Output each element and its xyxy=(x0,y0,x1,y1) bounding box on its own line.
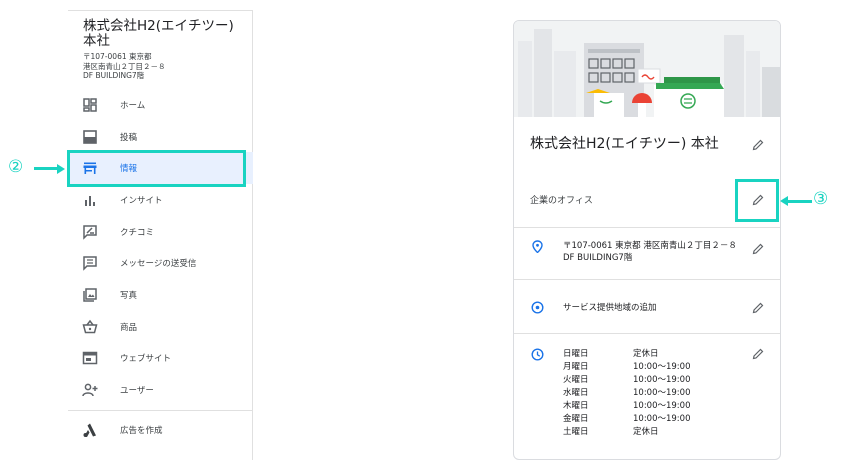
address-line: DF BUILDING7階 xyxy=(83,71,145,80)
row-divider xyxy=(514,279,780,280)
bar-chart-icon xyxy=(85,195,95,206)
hours-time: 定休日 xyxy=(633,427,659,437)
location-pin-icon xyxy=(532,240,543,253)
sidebar-item-insights[interactable]: インサイト xyxy=(68,184,253,216)
card-service-area[interactable]: サービス提供地域の追加 xyxy=(563,301,657,313)
sidebar-item-photos[interactable]: 写真 xyxy=(68,279,253,311)
hours-day: 土曜日 xyxy=(563,427,589,437)
sidebar-item-label: メッセージの送受信 xyxy=(120,259,197,270)
sidebar-item-posts[interactable]: 投稿 xyxy=(68,121,253,153)
sidebar-item-label: ホーム xyxy=(120,100,146,111)
edit-hours-pencil-icon[interactable] xyxy=(752,348,764,360)
hours-row: 木曜日 10:00～19:00 xyxy=(563,400,691,413)
google-ads-icon xyxy=(83,423,96,437)
hours-row: 水曜日 10:00～19:00 xyxy=(563,387,691,400)
highlight-box-info xyxy=(67,150,246,187)
card-category: 企業のオフィス xyxy=(530,196,593,206)
annotation-marker-2: ② xyxy=(8,157,24,177)
sidebar-item-label: 広告を作成 xyxy=(120,425,163,436)
sidebar-item-label: クチコミ xyxy=(120,227,155,238)
hours-row: 日曜日 定休日 xyxy=(563,348,691,361)
annotation-arrow-line xyxy=(787,199,812,203)
sidebar-item-label: ウェブサイト xyxy=(120,354,172,365)
sidebar: 株式会社H2(エイチツー) 本社 〒107-0061 東京都 港区南青山２丁目２… xyxy=(68,10,253,460)
hours-day: 木曜日 xyxy=(563,401,589,411)
hours-day: 金曜日 xyxy=(563,414,589,424)
annotation-marker-3: ③ xyxy=(813,189,829,209)
business-address: 〒107-0061 東京都 港区南青山２丁目２－８ DF BUILDING7階 xyxy=(83,52,248,81)
sidebar-item-label: ユーザー xyxy=(120,386,154,397)
hours-time: 10:00～19:00 xyxy=(633,375,691,385)
row-divider xyxy=(514,333,780,334)
hours-time: 定休日 xyxy=(633,349,659,359)
hours-day: 水曜日 xyxy=(563,388,589,398)
sidebar-item-label: 写真 xyxy=(120,290,138,301)
hours-day: 日曜日 xyxy=(563,349,589,359)
highlight-box-category-edit xyxy=(735,179,779,222)
sidebar-item-label: 投稿 xyxy=(120,132,138,143)
storefront-illustration xyxy=(514,21,780,117)
edit-name-pencil-icon[interactable] xyxy=(752,139,764,151)
business-name: 株式会社H2(エイチツー) 本社 xyxy=(83,18,234,49)
sidebar-nav: ホーム 投稿 情報 インサイト クチコミ メッセージの送受信 写真 商品 ウェブ… xyxy=(68,89,253,446)
message-icon xyxy=(83,256,97,272)
hours-row: 金曜日 10:00～19:00 xyxy=(563,413,691,426)
review-icon xyxy=(83,224,97,240)
address-line: 〒107-0061 東京都 xyxy=(83,52,152,61)
clock-icon xyxy=(531,348,544,361)
edit-service-area-pencil-icon[interactable] xyxy=(752,302,764,314)
sidebar-item-label: 商品 xyxy=(120,322,138,333)
sidebar-item-home[interactable]: ホーム xyxy=(68,89,253,121)
sidebar-divider xyxy=(68,409,253,411)
hours-time: 10:00～19:00 xyxy=(633,414,691,424)
hours-row: 火曜日 10:00～19:00 xyxy=(563,374,691,387)
address-line: 港区南青山２丁目２－８ xyxy=(83,61,166,71)
sidebar-item-create-ad[interactable]: 広告を作成 xyxy=(68,414,253,446)
service-area-pin-icon xyxy=(531,301,544,314)
basket-icon xyxy=(82,319,98,333)
post-icon xyxy=(83,129,97,144)
sidebar-item-users[interactable]: ユーザー xyxy=(68,374,253,406)
hours-day: 月曜日 xyxy=(563,362,589,372)
photo-icon xyxy=(83,288,97,302)
edit-address-pencil-icon[interactable] xyxy=(752,243,764,255)
annotation-arrow-line xyxy=(34,167,58,170)
card-address: 〒107-0061 東京都 港区南青山２丁目２－８ DF BUILDING7階 xyxy=(563,241,737,263)
sidebar-item-products[interactable]: 商品 xyxy=(68,311,253,343)
business-info-card: 株式会社H2(エイチツー) 本社 企業のオフィス 〒107-0061 東京都 港… xyxy=(513,20,781,460)
annotation-arrow-head xyxy=(57,163,65,174)
business-hours: 日曜日 定休日 月曜日 10:00～19:00 火曜日 10:00～19:00 水曜日… xyxy=(563,348,691,439)
sidebar-item-reviews[interactable]: クチコミ xyxy=(68,216,253,248)
hours-row: 土曜日 定休日 xyxy=(563,426,691,439)
add-user-icon xyxy=(82,383,98,397)
sidebar-item-messages[interactable]: メッセージの送受信 xyxy=(68,247,253,279)
hours-time: 10:00～19:00 xyxy=(633,401,691,411)
sidebar-item-label: インサイト xyxy=(120,195,163,206)
website-icon xyxy=(82,352,98,365)
hours-row: 月曜日 10:00～19:00 xyxy=(563,361,691,374)
row-divider xyxy=(514,227,780,228)
hours-day: 火曜日 xyxy=(563,375,589,385)
card-business-name: 株式会社H2(エイチツー) 本社 xyxy=(530,136,719,152)
sidebar-item-website[interactable]: ウェブサイト xyxy=(68,343,253,375)
hours-time: 10:00～19:00 xyxy=(633,362,691,372)
home-grid-icon xyxy=(83,98,97,112)
hours-time: 10:00～19:00 xyxy=(633,388,691,398)
